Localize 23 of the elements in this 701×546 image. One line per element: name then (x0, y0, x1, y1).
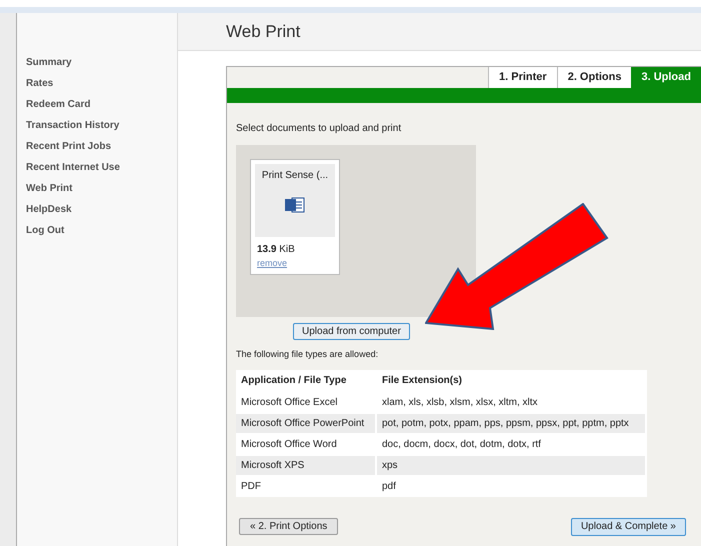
sidebar-link[interactable]: Log Out (26, 223, 64, 238)
sidebar-link[interactable]: Redeem Card (26, 97, 90, 112)
table-cell: pdf (376, 476, 646, 496)
sidebar-link[interactable]: Web Print (26, 181, 72, 196)
sidebar-link[interactable]: Summary (26, 55, 72, 70)
file-size: 13.9 KiB (257, 242, 296, 256)
sidebar-link[interactable]: Recent Print Jobs (26, 139, 112, 154)
upload-complete-button[interactable]: Upload & Complete » (570, 518, 686, 536)
sidebar-link[interactable]: Recent Internet Use (26, 160, 120, 175)
step-tab[interactable]: 3. Upload (631, 67, 701, 88)
step-tab[interactable]: 2. Options (556, 67, 632, 88)
sidebar-link[interactable]: HelpDesk (26, 202, 72, 217)
instruction-text: Select documents to upload and print (236, 122, 402, 136)
upload-button[interactable]: Upload from computer (293, 323, 410, 340)
sidebar-link[interactable]: Transaction History (26, 118, 120, 133)
page-title: Web Print (226, 20, 300, 43)
table-cell: PDF (236, 476, 376, 496)
file-name: Print Sense (... (262, 169, 328, 183)
sidebar-link[interactable]: Rates (26, 76, 54, 91)
allowed-types-text: The following file types are allowed: (236, 348, 380, 361)
back-button[interactable]: « 2. Print Options (239, 518, 338, 534)
step-tab[interactable]: 1. Printer (488, 67, 557, 88)
document-icon (284, 196, 306, 214)
